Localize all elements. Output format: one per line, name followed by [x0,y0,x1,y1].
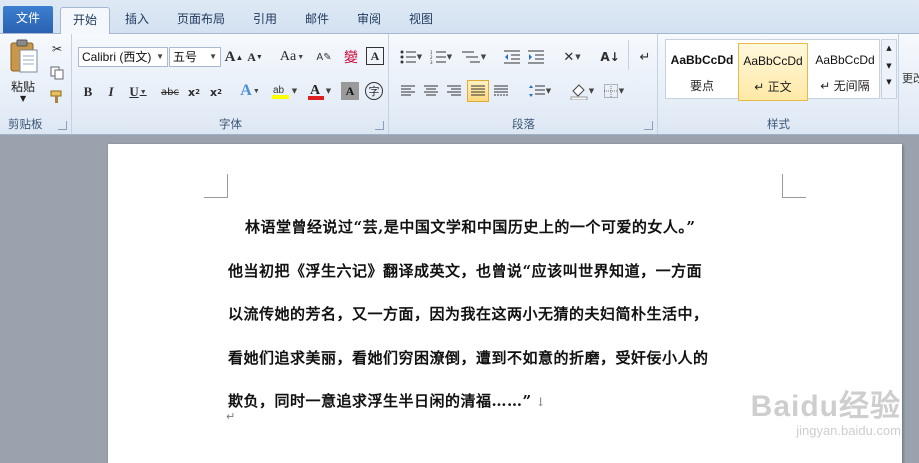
font-color-icon[interactable]: A ▼ [305,80,333,102]
strikethrough-icon[interactable]: abc [159,82,181,102]
paragraph-line: 他当初把《浮生六记》翻译成英文，也曾说“应该叫世界知道，一方面 [228,261,703,280]
decrease-indent-icon[interactable] [502,48,522,66]
svg-text:3: 3 [430,60,433,64]
ribbon-tab-bar: 文件 开始 插入 页面布局 引用 邮件 审阅 视图 [0,0,919,35]
enclose-characters-icon[interactable]: 字 [365,82,383,100]
document-paragraph[interactable]: 林语堂曾经说过“芸,是中国文学和中国历史上的一个可爱的女人。” 他当初把《浮生六… [228,206,788,425]
increase-indent-icon[interactable] [526,48,546,66]
paragraph-line: 林语堂曾经说过“芸,是中国文学和中国历史上的一个可爱的女人。” [245,218,696,236]
tab-home[interactable]: 开始 [60,7,110,35]
clear-formatting-icon[interactable]: A✎ [315,47,333,67]
chevron-down-icon: ▼ [209,52,217,61]
paste-label: 粘贴 [11,80,36,94]
shading-icon[interactable]: ▼ [568,80,596,102]
paragraph-line-last: 欺负，同时一意追求浮生半日闲的清福……” ↓ [228,392,547,410]
distributed-icon[interactable] [491,82,511,100]
scroll-down-icon[interactable]: ▼ [882,62,896,70]
text-effects-icon[interactable]: A ▼ [236,80,264,102]
watermark: Baidu经验 jingyan.baidu.com [751,381,901,438]
superscript-icon[interactable]: x2 [207,82,225,102]
font-name-value: Calibri (西文) [82,50,152,64]
svg-text:A: A [310,83,321,98]
paste-button[interactable]: 粘贴 ▼ [8,38,42,108]
styles-group: AaBbCcDd 要点 AaBbCcDd ↵ 正文 AaBbCcDd ↵ 无间隔… [659,34,899,134]
bullets-icon[interactable]: ▼ [398,48,424,66]
paste-icon [10,39,38,73]
grow-font-icon[interactable]: A ▲ [225,47,244,67]
style-item-normal[interactable]: AaBbCcDd ↵ 正文 [738,43,808,101]
line-spacing-icon[interactable]: ▼ [526,82,554,100]
change-case-button[interactable]: Aa ▼ [278,47,306,67]
paragraph-group-label: 段落 [512,117,535,131]
style-item-key-point[interactable]: AaBbCcDd 要点 [667,43,737,101]
separator [628,40,629,70]
watermark-brand: Baidu经验 [750,390,901,423]
tab-page-layout[interactable]: 页面布局 [168,7,234,34]
ribbon: 粘贴 ▼ ✂ 剪贴板 Calibri (西文) ▼ 五号 ▼ A ▲ A ▼ Aa ▼… [0,34,919,135]
paragraph-line: 看她们追求美丽，看她们穷困潦倒，遭到不如意的折磨，受奸佞小人的 [228,348,709,367]
paragraph-group: ▼ 1 2 3 ▼ ▼ ✕ ▼ A↓ ↵ ▼ ▼ ▼ 段落 [390,34,658,134]
borders-icon[interactable]: ▼ [600,82,628,100]
clipboard-group: 粘贴 ▼ ✂ 剪贴板 [0,34,72,134]
align-right-icon[interactable] [444,82,464,100]
tab-review[interactable]: 审阅 [346,7,392,34]
clipboard-dialog-launcher[interactable] [58,121,67,130]
paragraph-line: 以流传她的芳名，又一方面，因为我在这两小无猜的夫妇简朴生活中， [228,305,709,323]
shrink-font-icon[interactable]: A ▼ [246,47,264,67]
copy-icon[interactable] [47,64,67,82]
subscript-icon[interactable]: x2 [185,82,203,102]
align-left-icon[interactable] [398,82,418,100]
chevron-down-icon: ▼ [156,52,164,61]
italic-icon[interactable]: I [102,82,120,102]
watermark-url: jingyan.baidu.com [796,423,901,438]
font-size-combo[interactable]: 五号 ▼ [169,47,221,67]
tab-references[interactable]: 引用 [242,7,288,34]
paragraph-dialog-launcher[interactable] [644,121,653,130]
change-styles-button[interactable]: 更改 [902,70,919,86]
phonetic-guide-icon[interactable]: 變 [341,47,361,67]
more-styles-icon[interactable]: ▼ [882,78,896,86]
sort-icon[interactable]: A↓ [600,47,620,67]
paste-dropdown-arrow[interactable]: ▼ [20,94,26,103]
scroll-up-icon[interactable]: ▲ [882,44,896,52]
svg-text:ab: ab [273,85,285,96]
tab-insert[interactable]: 插入 [114,7,160,34]
chinese-layout-icon[interactable]: ✕ ▼ [558,47,586,67]
bold-icon[interactable]: B [79,82,97,102]
style-item-no-spacing[interactable]: AaBbCcDd ↵ 无间隔 [810,43,880,101]
character-border-icon[interactable]: A [366,47,384,65]
tab-view[interactable]: 视图 [398,7,444,34]
justify-icon[interactable] [467,80,489,102]
character-shading-icon[interactable]: A [341,82,359,100]
empty-paragraph-mark: ↵ [226,410,236,423]
styles-scrollbar[interactable]: ▲ ▼ ▼ [881,39,897,99]
font-dialog-launcher[interactable] [375,121,384,130]
styles-group-label: 样式 [767,117,790,131]
font-size-value: 五号 [173,50,198,64]
font-group-label: 字体 [219,117,242,131]
highlight-color-icon[interactable]: ab ▼ [269,80,299,102]
show-formatting-marks-icon[interactable]: ↵ [636,47,654,67]
underline-icon[interactable]: U ▼ [125,82,151,102]
font-group: Calibri (西文) ▼ 五号 ▼ A ▲ A ▼ Aa ▼ A✎ 變 A B I… [73,34,389,134]
crop-mark-top-right [782,174,806,198]
tab-mailings[interactable]: 邮件 [294,7,340,34]
font-name-combo[interactable]: Calibri (西文) ▼ [78,47,168,67]
tab-file[interactable]: 文件 [3,6,53,33]
align-center-icon[interactable] [421,82,441,100]
cut-icon[interactable]: ✂ [47,40,67,58]
multilevel-list-icon[interactable]: ▼ [460,48,488,66]
format-painter-icon[interactable] [47,88,67,106]
numbering-icon[interactable]: 1 2 3 ▼ [428,48,454,66]
crop-mark-top-left [204,174,228,198]
paragraph-mark: ↓ [535,395,547,409]
document-area: 林语堂曾经说过“芸,是中国文学和中国历史上的一个可爱的女人。” 他当初把《浮生六… [0,136,919,463]
